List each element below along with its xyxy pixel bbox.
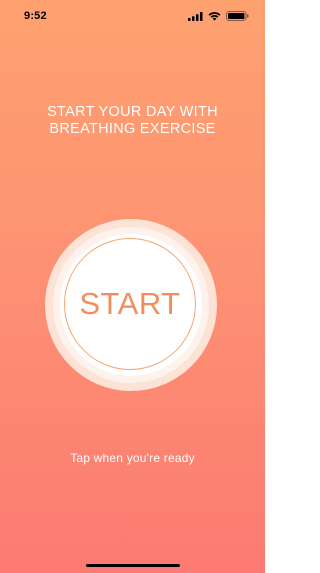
- battery-icon: [226, 11, 249, 21]
- start-button[interactable]: START: [60, 234, 202, 376]
- breathing-start-screen: 9:52 START YOUR DAY WITH BREATHING EXERC…: [0, 0, 265, 573]
- status-bar: 9:52: [0, 0, 265, 34]
- status-time: 9:52: [24, 10, 47, 22]
- heading-line-1: START YOUR DAY WITH: [47, 104, 218, 120]
- signal-icon: [188, 11, 203, 21]
- heading-line-2: BREATHING EXERCISE: [49, 121, 216, 137]
- home-indicator[interactable]: [86, 564, 180, 567]
- page-heading: START YOUR DAY WITH BREATHING EXERCISE: [0, 104, 265, 138]
- start-button-border: START: [64, 238, 196, 370]
- status-icons: [188, 11, 249, 21]
- start-button-label: START: [79, 286, 181, 321]
- tap-hint: Tap when you're ready: [70, 451, 195, 465]
- wifi-icon: [208, 11, 221, 21]
